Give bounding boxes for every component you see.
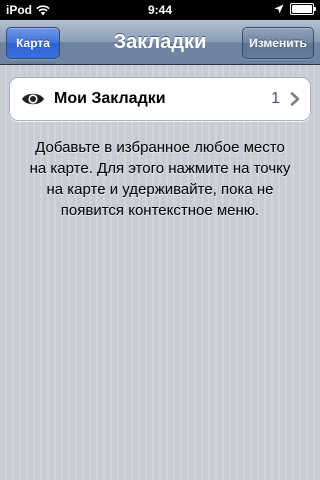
bookmark-list-item[interactable]: Мои Закладки 1 bbox=[9, 77, 311, 121]
status-bar: iPod 9:44 bbox=[0, 0, 320, 20]
battery-fill bbox=[292, 5, 312, 13]
status-time: 9:44 bbox=[147, 3, 173, 17]
screen: iPod 9:44 Карта Закладки Изменить Мои За… bbox=[0, 0, 320, 480]
edit-button[interactable]: Изменить bbox=[242, 27, 314, 59]
content-area: Мои Закладки 1 Добавьте в избранное любо… bbox=[0, 65, 320, 480]
empty-state-message: Добавьте в избранное любое место на карт… bbox=[29, 139, 291, 219]
chevron-right-icon bbox=[290, 92, 300, 106]
navigation-bar: Карта Закладки Изменить bbox=[0, 20, 320, 65]
bookmark-count: 1 bbox=[271, 90, 280, 107]
eye-icon bbox=[22, 93, 44, 105]
status-right bbox=[274, 3, 316, 15]
location-arrow-icon bbox=[274, 4, 284, 14]
battery-icon bbox=[290, 3, 316, 15]
bookmark-list-label: Мои Закладки bbox=[54, 90, 166, 107]
